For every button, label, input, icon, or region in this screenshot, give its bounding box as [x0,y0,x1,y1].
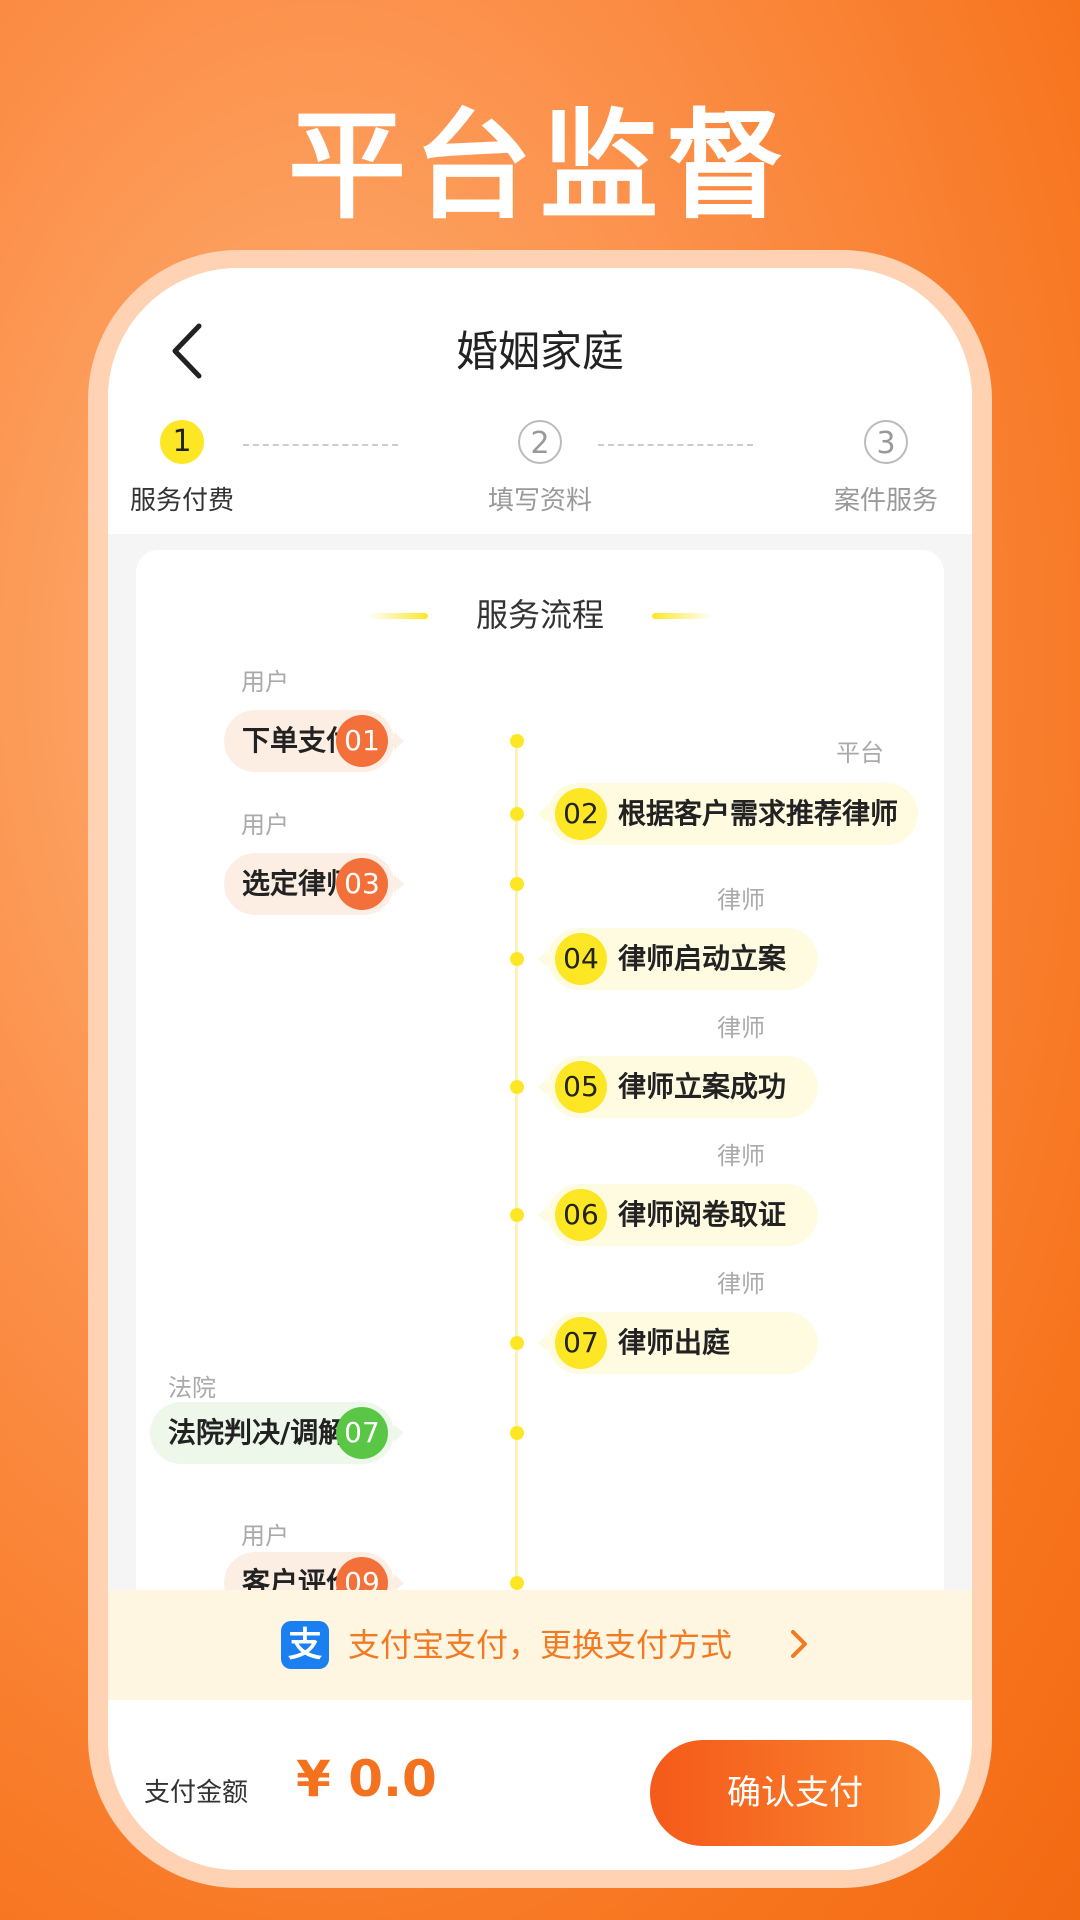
flow-step-number: 03 [336,858,388,910]
flow-step-number: 05 [555,1061,607,1113]
step-connector [243,444,398,446]
pill-pointer [394,875,404,893]
role-label: 律师 [717,886,765,914]
timeline-dot [510,1576,524,1590]
timeline-dot [510,877,524,891]
header: 婚姻家庭 1 服务付费 2 填写资料 3 案件服务 [108,268,972,534]
flow-step-number: 06 [555,1189,607,1241]
page-title: 婚姻家庭 [455,327,624,376]
amount-label: 支付金额 [144,1778,249,1808]
role-label: 法院 [168,1374,216,1402]
timeline-line [515,736,518,1616]
pill-pointer [538,1334,548,1352]
timeline-dot [510,807,524,821]
step-number: 1 [160,420,204,464]
flow-step-text: 律师启动立案 [618,942,787,975]
flow-step-text: 根据客户需求推荐律师 [618,797,899,830]
role-label: 律师 [717,1270,765,1298]
flow-step-text: 律师阅卷取证 [618,1198,787,1231]
title-decoration-right [652,613,712,619]
headline: 平台监督 [287,97,792,235]
timeline-dot [510,1080,524,1094]
pill-pointer [394,732,404,750]
amount-value: ¥ 0.0 [296,1750,437,1808]
flow-step-text: 律师出庭 [618,1326,731,1359]
flow-step-04: 04 律师启动立案 [548,928,818,990]
step-label: 填写资料 [487,486,592,516]
pill-pointer [538,805,548,823]
timeline-dot [510,1336,524,1350]
step-label: 案件服务 [833,486,938,516]
step-fill-info: 2 填写资料 [460,420,620,517]
payment-method-text: 支付宝支付，更换支付方式 [348,1626,733,1664]
flow-step-05: 05 律师立案成功 [548,1056,818,1118]
card-title: 服务流程 [475,596,604,634]
timeline-dot [510,1208,524,1222]
role-label: 平台 [836,739,884,767]
timeline-dot [510,734,524,748]
confirm-payment-button[interactable]: 确认支付 [650,1740,940,1846]
pill-pointer [538,1078,548,1096]
footer-bar: 支付金额 ¥ 0.0 确认支付 [108,1700,972,1870]
flow-step-06: 06 律师阅卷取证 [548,1184,818,1246]
timeline-dot [510,952,524,966]
flow-step-number: 02 [555,788,607,840]
flow-step-07-court: 法院判决/调解 07 [150,1402,394,1464]
role-label: 用户 [241,811,289,839]
pill-pointer [538,950,548,968]
flow-step-number: 07 [336,1407,388,1459]
chevron-right-icon [791,1630,807,1658]
flow-step-number: 07 [555,1317,607,1369]
step-connector [598,444,753,446]
service-flow-card: 服务流程 用户 下单支付 01 平台 02 根据客户需求推荐律师 用户 选定律师… [136,550,944,1690]
alipay-icon: 支 [281,1621,329,1669]
pill-pointer [538,1206,548,1224]
step-number: 2 [518,420,562,464]
role-label: 律师 [717,1014,765,1042]
step-case-service: 3 案件服务 [806,420,966,517]
phone-screen: 婚姻家庭 1 服务付费 2 填写资料 3 案件服务 服务流程 用户 下单支付 0… [108,268,972,1870]
flow-step-01: 下单支付 01 [224,710,394,772]
flow-step-text: 律师立案成功 [618,1070,787,1103]
role-label: 律师 [717,1142,765,1170]
flow-step-number: 01 [336,715,388,767]
payment-method-bar[interactable]: 支 支付宝支付，更换支付方式 [108,1590,972,1700]
flow-step-number: 04 [555,933,607,985]
flow-step-03: 选定律师 03 [224,853,394,915]
role-label: 用户 [241,668,289,696]
role-label: 用户 [241,1522,289,1550]
step-number: 3 [864,420,908,464]
flow-step-07-lawyer: 07 律师出庭 [548,1312,818,1374]
step-label: 服务付费 [129,486,234,516]
flow-step-02: 02 根据客户需求推荐律师 [548,783,918,845]
timeline-dot [510,1426,524,1440]
flow-step-text: 法院判决/调解 [168,1416,347,1449]
step-payment: 1 服务付费 [108,420,262,517]
pill-pointer [394,1424,404,1442]
